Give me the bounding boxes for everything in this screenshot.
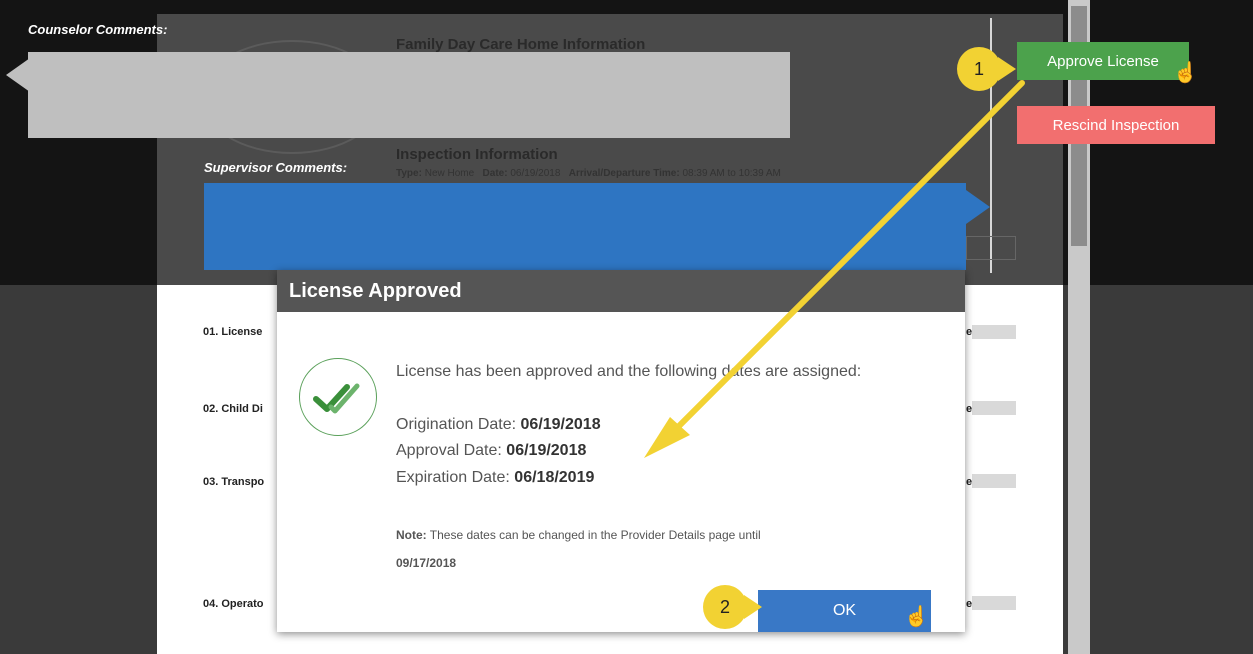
hand-pointer-icon: ☝ (1173, 62, 1198, 84)
step-2-callout-pointer (744, 595, 762, 619)
callout-arrow (644, 80, 1025, 458)
hand-pointer-icon: ☝ (904, 606, 929, 628)
step-1-callout-pointer (998, 57, 1016, 81)
step-1-callout: 1 (957, 47, 1001, 91)
step-2-callout: 2 (703, 585, 747, 629)
